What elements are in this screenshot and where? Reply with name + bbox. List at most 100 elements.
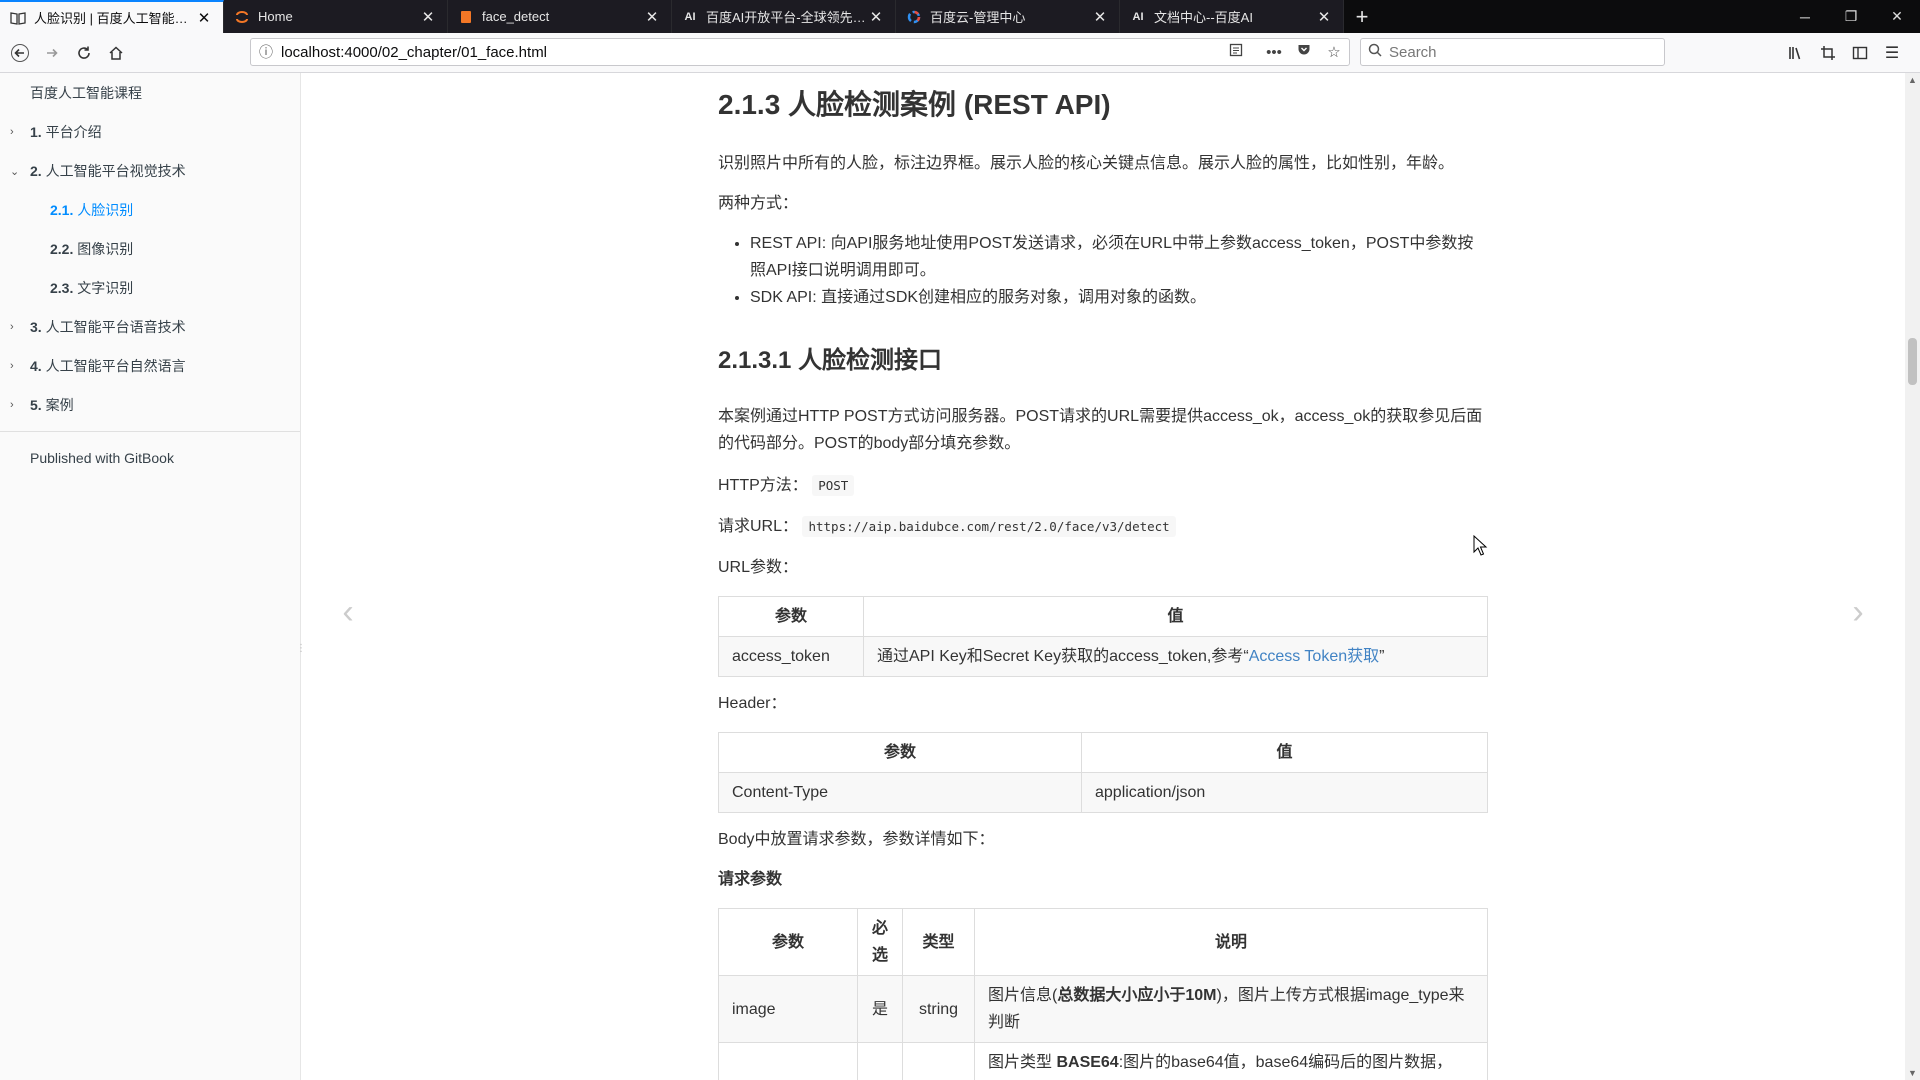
sidebar-item-face-recognition[interactable]: 2.1. 人脸识别 xyxy=(0,200,300,220)
intro-paragraph: 识别照片中所有的人脸，标注边界框。展示人脸的核心关键点信息。展示人脸的属性，比如… xyxy=(718,155,1455,172)
table-row: Content-Type application/json xyxy=(718,772,1488,813)
book-sidebar: 百度人工智能课程 › 1. 平台介绍 ⌄ 2. 人工智能平台视觉技术 2.1. … xyxy=(0,73,306,1080)
sidebar-item-speech[interactable]: › 3. 人工智能平台语音技术 xyxy=(0,317,300,337)
url-params-table: 参数 值 access_token 通过API Key和Secret Key获取… xyxy=(718,596,1488,677)
gitbook-footer-link[interactable]: Published with GitBook xyxy=(0,448,300,468)
close-tab-icon[interactable]: ✕ xyxy=(1315,8,1333,26)
table-header-row: 参数 值 xyxy=(718,596,1488,637)
table-row: access_token 通过API Key和Secret Key获取的acce… xyxy=(718,636,1488,677)
back-icon[interactable] xyxy=(6,39,34,67)
tab-title: 文档中心--百度AI xyxy=(1154,10,1253,25)
list-item: SDK API: 直接通过SDK创建相应的服务对象，调用对象的函数。 xyxy=(750,284,1488,311)
close-tab-icon[interactable]: ✕ xyxy=(419,8,437,26)
sidebar-item-number: 2.3. xyxy=(50,280,74,296)
table-cell: string xyxy=(902,975,975,1043)
sidebar-item-image-recognition[interactable]: 2.2. 图像识别 xyxy=(0,239,300,259)
tab-baidu-ai-platform[interactable]: AI 百度AI开放平台-全球领先的人 ✕ xyxy=(672,0,896,33)
tab-face-course[interactable]: 人脸识别 | 百度人工智能课程 ✕ xyxy=(0,0,224,33)
tab-title: Home xyxy=(258,9,293,24)
sidebar-resize-handle[interactable]: ⋮ xyxy=(296,643,306,657)
close-tab-icon[interactable]: ✕ xyxy=(195,9,213,27)
sidebar-item-label: 文字识别 xyxy=(77,280,134,296)
prev-page-arrow-icon[interactable]: ‹ xyxy=(333,593,363,632)
scroll-up-icon[interactable]: ▲ xyxy=(1905,75,1920,85)
sidebar-toggle-icon[interactable] xyxy=(1844,39,1876,67)
screenshot-icon[interactable] xyxy=(1812,39,1844,67)
sidebar-item-label: 人工智能平台自然语言 xyxy=(45,358,186,374)
sidebar-item-number: 1. xyxy=(30,124,42,140)
jupyter-icon xyxy=(234,9,250,25)
home-icon[interactable] xyxy=(102,39,130,67)
list-item: REST API: 向API服务地址使用POST发送请求，必须在URL中带上参数… xyxy=(750,230,1488,284)
column-header: 类型 xyxy=(902,908,975,976)
chevron-right-icon[interactable]: › xyxy=(10,399,22,411)
search-placeholder: Search xyxy=(1389,43,1437,61)
search-input[interactable]: Search xyxy=(1360,38,1665,66)
column-header: 值 xyxy=(1081,732,1488,773)
scroll-down-icon[interactable]: ▼ xyxy=(1905,1068,1920,1078)
toolbar-right: ☰ xyxy=(1780,39,1908,67)
sidebar-item-text-recognition[interactable]: 2.3. 文字识别 xyxy=(0,278,300,298)
table-header-row: 参数 值 xyxy=(718,732,1488,773)
vertical-scrollbar[interactable]: ▲ ▼ xyxy=(1905,73,1920,1080)
url-text: localhost:4000/02_chapter/01_face.html xyxy=(281,43,548,61)
table-cell: 通过API Key和Secret Key获取的access_token,参考“A… xyxy=(863,636,1488,677)
header-table: 参数 值 Content-Type application/json xyxy=(718,732,1488,813)
request-params-title: 请求参数 xyxy=(718,871,783,888)
tab-doc-center[interactable]: AI 文档中心--百度AI ✕ xyxy=(1120,0,1344,33)
tab-face-detect[interactable]: face_detect ✕ xyxy=(448,0,672,33)
sidebar-divider xyxy=(0,431,300,432)
sidebar-item-label: 人工智能平台语音技术 xyxy=(45,319,186,335)
reader-view-icon[interactable] xyxy=(1221,43,1251,61)
table-cell: image xyxy=(718,975,858,1043)
library-icon[interactable] xyxy=(1780,39,1812,67)
close-window-icon[interactable]: ✕ xyxy=(1874,0,1920,33)
request-params-table: 参数 必选 类型 说明 image 是 string 图片信息(总数据大小应小于… xyxy=(718,908,1488,1080)
http-method-line: HTTP方法： POST xyxy=(718,472,1488,499)
restore-icon[interactable]: ❐ xyxy=(1828,0,1874,33)
table-cell: 是 xyxy=(857,975,903,1043)
pocket-icon[interactable] xyxy=(1289,43,1319,61)
tab-baidu-cloud[interactable]: 百度云-管理中心 ✕ xyxy=(896,0,1120,33)
info-icon[interactable]: ⓘ xyxy=(251,42,281,62)
sidebar-item-label: 图像识别 xyxy=(77,241,134,257)
column-header: 参数 xyxy=(718,908,858,976)
column-header: 参数 xyxy=(718,596,864,637)
menu-icon[interactable]: ☰ xyxy=(1876,39,1908,67)
section-heading: 2.1.3.1 人脸检测接口 xyxy=(718,347,943,374)
tab-home[interactable]: Home ✕ xyxy=(224,0,448,33)
sidebar-item-number: 2. xyxy=(30,163,42,179)
chevron-right-icon[interactable]: › xyxy=(10,321,22,333)
scrollbar-thumb[interactable] xyxy=(1908,338,1917,385)
chevron-right-icon[interactable]: › xyxy=(10,360,22,372)
reload-icon[interactable] xyxy=(70,39,98,67)
column-header: 参数 xyxy=(718,732,1082,773)
sidebar-item-number: 5. xyxy=(30,397,42,413)
new-tab-icon[interactable]: + xyxy=(1344,0,1380,33)
close-tab-icon[interactable]: ✕ xyxy=(867,8,885,26)
sidebar-item-vision[interactable]: ⌄ 2. 人工智能平台视觉技术 xyxy=(0,161,300,181)
sidebar-item-label: 平台介绍 xyxy=(45,124,102,140)
navigation-toolbar: ⓘ localhost:4000/02_chapter/01_face.html… xyxy=(0,33,1920,73)
table-cell: access_token xyxy=(718,636,864,677)
ai-icon: AI xyxy=(1132,10,1144,23)
close-tab-icon[interactable]: ✕ xyxy=(643,8,661,26)
sidebar-item-nlp[interactable]: › 4. 人工智能平台自然语言 xyxy=(0,356,300,376)
forward-icon[interactable] xyxy=(38,39,66,67)
sidebar-item-platform-intro[interactable]: › 1. 平台介绍 xyxy=(0,122,300,142)
next-page-arrow-icon[interactable]: › xyxy=(1843,593,1873,632)
access-token-link[interactable]: Access Token获取 xyxy=(1249,648,1379,665)
url-bar[interactable]: ⓘ localhost:4000/02_chapter/01_face.html… xyxy=(250,38,1350,66)
sidebar-item-label: 人脸识别 xyxy=(77,202,134,218)
sidebar-item-number: 2.2. xyxy=(50,241,74,257)
bookmark-star-icon[interactable]: ☆ xyxy=(1319,43,1349,61)
sidebar-item-cases[interactable]: › 5. 案例 xyxy=(0,395,300,415)
sidebar-book-title[interactable]: 百度人工智能课程 xyxy=(0,83,300,103)
minimize-icon[interactable]: ─ xyxy=(1782,0,1828,33)
close-tab-icon[interactable]: ✕ xyxy=(1091,8,1109,26)
chevron-down-icon[interactable]: ⌄ xyxy=(10,165,22,178)
more-actions-icon[interactable]: ••• xyxy=(1259,44,1289,61)
table-cell: 图片信息(总数据大小应小于10M)，图片上传方式根据image_type来判断 xyxy=(974,975,1488,1043)
table-cell xyxy=(718,1042,858,1080)
chevron-right-icon[interactable]: › xyxy=(10,126,22,138)
